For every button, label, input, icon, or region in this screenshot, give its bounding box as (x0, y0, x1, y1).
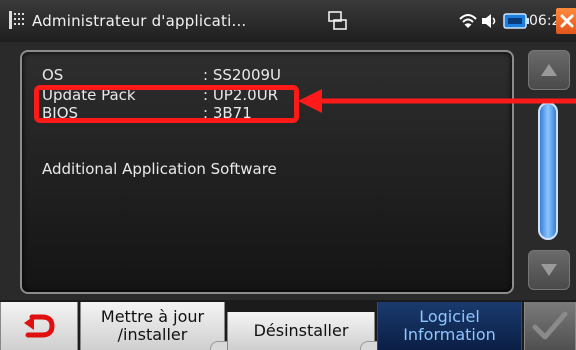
confirm-button[interactable] (524, 302, 576, 350)
version-info-panel: OS : SS2009U Update Pack : UP2.0UR BIOS … (20, 50, 514, 294)
tab-label-line1: Logiciel (419, 307, 480, 326)
arrow-down-icon (541, 264, 557, 276)
back-icon (24, 314, 55, 338)
main-area: OS : SS2009U Update Pack : UP2.0UR BIOS … (0, 42, 576, 300)
tab-label-line2: /installer (117, 325, 188, 344)
battery-icon (503, 13, 529, 29)
tab-label: Mettre à jour /installer (101, 308, 204, 344)
status-bar: Administrateur d'applicati... 06:26 (0, 0, 576, 42)
info-key: OS (42, 66, 64, 84)
checkmark-icon (532, 311, 568, 340)
info-value: : UP2.0UR (203, 86, 279, 104)
network-icon (328, 11, 347, 30)
tab-label-line2: Information (403, 325, 496, 344)
additional-software-heading: Additional Application Software (42, 160, 277, 178)
close-icon (560, 14, 574, 28)
app-menu-icon[interactable] (8, 9, 30, 31)
bottom-toolbar: Mettre à jour /installer Désinstaller Lo… (0, 300, 576, 350)
tab-update-install[interactable]: Mettre à jour /installer (80, 302, 238, 350)
info-value: : 3B71 (203, 104, 252, 122)
info-value: : SS2009U (203, 66, 282, 84)
tab-uninstall[interactable]: Désinstaller (227, 312, 388, 350)
scroll-up-button[interactable] (528, 50, 570, 90)
back-button[interactable] (0, 302, 78, 350)
scroll-thumb[interactable] (538, 102, 558, 240)
tab-label: Logiciel Information (403, 308, 496, 344)
app-title: Administrateur d'applicati... (32, 12, 247, 30)
tab-label: Désinstaller (253, 321, 349, 340)
close-button[interactable] (556, 8, 576, 34)
tab-label-line1: Mettre à jour (100, 307, 205, 326)
arrow-up-icon (541, 64, 557, 76)
info-key: BIOS (42, 104, 79, 122)
wifi-icon (459, 14, 477, 28)
volume-icon (482, 14, 496, 28)
scrollbar[interactable] (528, 50, 570, 290)
tab-software-information[interactable]: Logiciel Information (377, 302, 522, 350)
scroll-down-button[interactable] (528, 250, 570, 290)
info-key: Update Pack (42, 86, 136, 104)
